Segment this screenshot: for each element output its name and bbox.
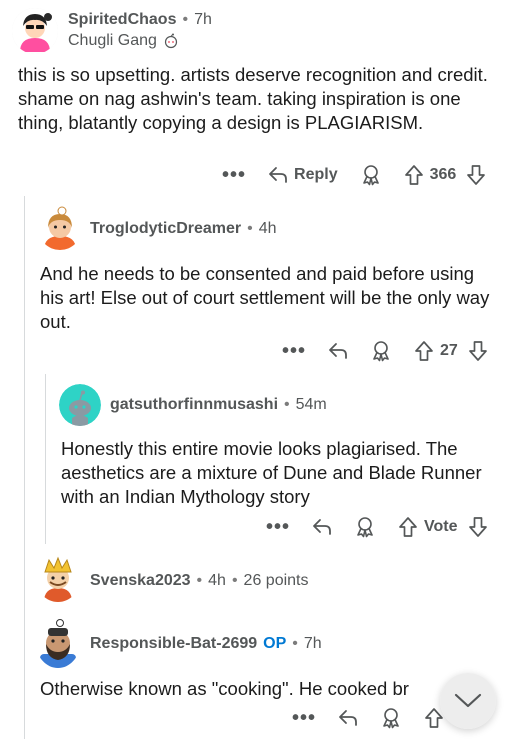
upvote-icon[interactable]: 27 bbox=[414, 340, 458, 362]
comment-meta: TroglodyticDreamer • 4h bbox=[90, 220, 277, 238]
comment-body: this is so upsetting. artists deserve re… bbox=[18, 64, 488, 133]
award-icon[interactable] bbox=[360, 164, 382, 186]
timestamp: 7h bbox=[303, 635, 322, 652]
comment-body: Honestly this entire movie looks plagiar… bbox=[61, 438, 482, 507]
comment-meta: Responsible-Bat-2699 OP • 7h bbox=[90, 635, 322, 653]
more-icon[interactable]: ••• bbox=[222, 165, 246, 185]
more-icon[interactable]: ••• bbox=[282, 341, 306, 361]
comment-actions: ••• bbox=[292, 707, 444, 729]
comment-meta[interactable]: Svenska2023 • 4h • 26 points bbox=[90, 572, 308, 590]
timestamp: 4h bbox=[208, 572, 226, 589]
timestamp: 54m bbox=[295, 396, 327, 413]
thread-line-level1[interactable] bbox=[24, 196, 25, 739]
reply-icon[interactable] bbox=[338, 709, 358, 727]
more-icon[interactable]: ••• bbox=[266, 517, 290, 537]
separator-dot: • bbox=[284, 396, 290, 413]
reply-icon[interactable] bbox=[312, 518, 332, 536]
more-icon[interactable]: ••• bbox=[292, 708, 316, 728]
username[interactable]: Responsible-Bat-2699 bbox=[90, 635, 257, 653]
vote-label: Vote bbox=[424, 518, 458, 535]
comment-meta: SpiritedChaos • 7h bbox=[68, 11, 212, 29]
award-icon[interactable] bbox=[370, 340, 392, 362]
upvote-icon[interactable]: Vote bbox=[398, 516, 458, 538]
reply-icon bbox=[269, 167, 287, 183]
points: 26 points bbox=[243, 572, 309, 589]
thread-line-level2[interactable] bbox=[45, 374, 46, 544]
user-flair: Chugli Gang bbox=[68, 32, 179, 50]
separator-dot: • bbox=[247, 220, 253, 237]
comment-actions: ••• Vote bbox=[266, 516, 488, 538]
award-icon[interactable] bbox=[354, 516, 376, 538]
chevron-down-icon bbox=[454, 693, 482, 708]
username[interactable]: gatsuthorfinnmusashi bbox=[110, 396, 278, 414]
comment-body: And he needs to be consented and paid be… bbox=[40, 263, 490, 332]
username[interactable]: Svenska2023 bbox=[90, 572, 191, 590]
downvote-icon[interactable] bbox=[468, 516, 488, 538]
avatar[interactable] bbox=[59, 384, 101, 426]
avatar[interactable] bbox=[36, 618, 80, 668]
separator-dot: • bbox=[292, 635, 298, 652]
avatar[interactable] bbox=[38, 206, 82, 250]
comment-actions: ••• Reply 366 bbox=[222, 164, 486, 186]
comment-body: Otherwise known as "cooking". He cooked … bbox=[40, 678, 409, 699]
reply-label: Reply bbox=[294, 166, 338, 183]
downvote-icon[interactable] bbox=[466, 164, 486, 186]
username[interactable]: SpiritedChaos bbox=[68, 11, 176, 29]
username[interactable]: TroglodyticDreamer bbox=[90, 220, 241, 238]
timestamp: 4h bbox=[258, 220, 277, 237]
avatar[interactable] bbox=[12, 8, 58, 54]
op-badge: OP bbox=[263, 635, 287, 652]
flair-text: Chugli Gang bbox=[68, 32, 157, 49]
comment-meta: gatsuthorfinnmusashi • 54m bbox=[110, 396, 327, 414]
vote-count: 27 bbox=[440, 342, 458, 359]
reply-button[interactable]: Reply bbox=[268, 166, 338, 184]
downvote-icon[interactable] bbox=[468, 340, 488, 362]
award-icon[interactable] bbox=[380, 707, 402, 729]
separator-dot: • bbox=[196, 572, 203, 589]
reddit-alien-icon bbox=[163, 33, 179, 49]
separator-dot: • bbox=[182, 11, 189, 28]
comment-actions: ••• 27 bbox=[282, 340, 488, 362]
reply-icon[interactable] bbox=[328, 342, 348, 360]
separator-dot: • bbox=[231, 572, 238, 589]
timestamp: 7h bbox=[194, 11, 212, 28]
avatar[interactable] bbox=[36, 556, 80, 602]
scroll-next-button[interactable] bbox=[440, 673, 496, 729]
vote-count: 366 bbox=[429, 166, 457, 183]
upvote-icon[interactable]: 366 bbox=[404, 164, 457, 186]
